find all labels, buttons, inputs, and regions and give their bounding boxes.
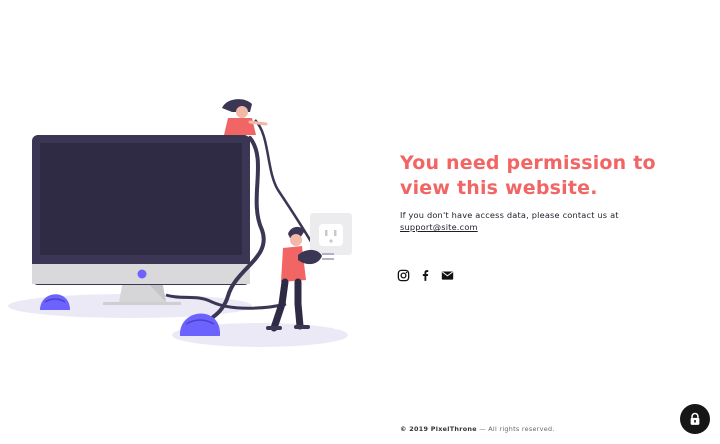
page-title: You need permission to view this website…	[400, 151, 700, 201]
page-title-line-1: You need permission to	[400, 152, 656, 174]
copyright-rights: — All rights reserved.	[476, 425, 555, 433]
social-links	[396, 268, 454, 282]
access-message-text: If you don't have access data, please co…	[400, 210, 619, 220]
page-title-line-2: view this website.	[400, 177, 598, 199]
facebook-icon[interactable]	[418, 268, 432, 282]
copyright-footer: © 2019 PixelThrone — All rights reserved…	[400, 425, 555, 433]
lock-icon	[690, 412, 700, 425]
support-email-link[interactable]: support@site.com	[400, 221, 700, 233]
instagram-icon[interactable]	[396, 268, 410, 282]
login-lock-button[interactable]	[680, 404, 710, 434]
copyright-brand: © 2019 PixelThrone	[400, 425, 477, 433]
unplugged-computer-illustration	[8, 99, 352, 347]
mail-icon[interactable]	[440, 268, 454, 282]
permission-page: You need permission to view this website…	[0, 0, 720, 444]
access-message: If you don't have access data, please co…	[400, 209, 700, 233]
